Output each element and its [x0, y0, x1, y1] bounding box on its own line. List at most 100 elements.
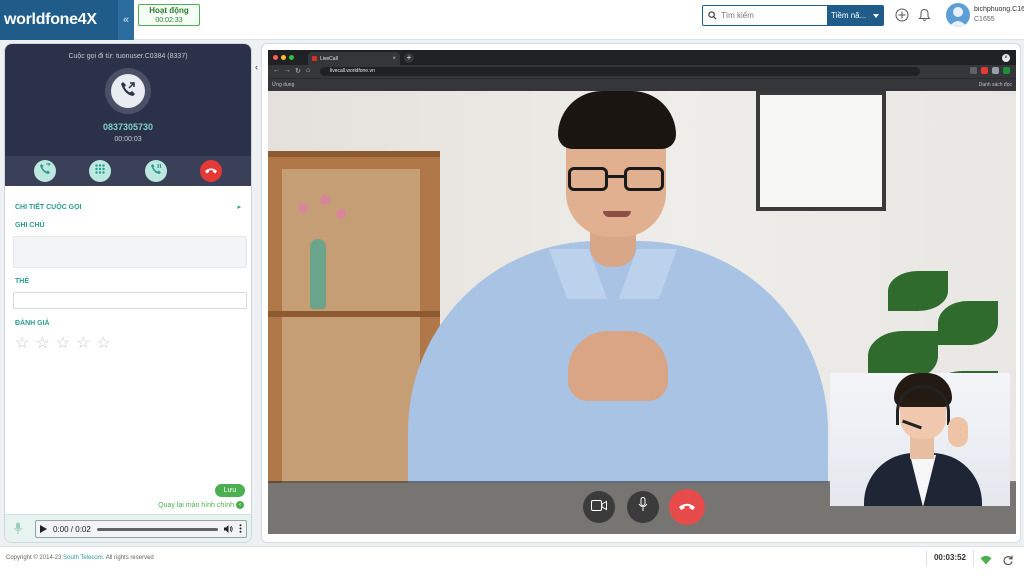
- transfer-call-button[interactable]: [33, 160, 56, 182]
- browser-tab[interactable]: LiveCall ×: [308, 52, 400, 65]
- call-from-text: Cuộc gọi đi từ: tuonuser.C0384 (8337): [68, 53, 188, 60]
- glasses-lens: [568, 167, 608, 191]
- glasses-bridge: [608, 175, 624, 178]
- tag-input[interactable]: [13, 292, 247, 309]
- chevron-left-icon[interactable]: ‹: [255, 62, 258, 72]
- address-bar[interactable]: livecall.worldfone.vn: [320, 67, 920, 76]
- agent-status[interactable]: Hoạt động 00:02:33: [138, 4, 200, 26]
- star-icon[interactable]: ☆: [35, 336, 49, 352]
- play-icon[interactable]: [40, 520, 47, 538]
- search-scope-dropdown[interactable]: Tiềm nă...: [827, 6, 883, 25]
- bookmarks-bar: Ứng dụng Danh sách đọc: [268, 78, 1016, 91]
- reload-icon[interactable]: ↻: [295, 67, 301, 75]
- hangup-button[interactable]: [200, 160, 223, 182]
- star-icon[interactable]: ☆: [56, 336, 70, 352]
- rating-stars: ☆ ☆ ☆ ☆ ☆: [15, 336, 111, 352]
- copyright-brand-link[interactable]: South Telecom: [63, 555, 103, 561]
- glasses-lens: [624, 167, 664, 191]
- microphone-icon[interactable]: [13, 522, 23, 540]
- note-textarea[interactable]: [13, 236, 247, 268]
- window-minimize-dot[interactable]: [281, 55, 286, 60]
- camera-icon: [591, 498, 607, 516]
- logo[interactable]: worldfone4X: [0, 0, 118, 40]
- window-close-dot[interactable]: [273, 55, 278, 60]
- call-details-toggle[interactable]: CHI TIẾT CUỘC GỌI ▸: [15, 203, 241, 212]
- tag-label: THẺ: [15, 278, 29, 285]
- plus-circle-icon[interactable]: [894, 7, 910, 23]
- leaf: [888, 271, 948, 311]
- star-icon[interactable]: ☆: [76, 336, 90, 352]
- back-arrow-icon[interactable]: ←: [273, 67, 280, 74]
- local-video-preview[interactable]: [830, 373, 1010, 506]
- browser-toolbar: ← → ↻ ⌂ livecall.worldfone.vn: [268, 65, 1016, 78]
- extension-icons: [970, 67, 1010, 74]
- puzzle-icon[interactable]: [992, 67, 999, 74]
- call-header: Cuộc gọi đi từ: tuonuser.C0384 (8337) 08…: [5, 44, 251, 156]
- copyright-suffix: . All rights reserved: [102, 555, 154, 561]
- forward-arrow-icon[interactable]: →: [284, 67, 291, 74]
- hangup-icon: [205, 162, 218, 180]
- agent-status-timer: 00:02:33: [155, 17, 183, 24]
- sidebar-collapse-button[interactable]: «: [118, 0, 134, 40]
- microphone-toggle-button[interactable]: [627, 491, 659, 523]
- transfer-call-icon: [39, 162, 51, 180]
- star-icon[interactable]: ☆: [15, 336, 29, 352]
- refresh-icon[interactable]: [1003, 552, 1013, 570]
- person-mouth: [603, 211, 631, 217]
- close-icon[interactable]: ×: [1002, 54, 1010, 62]
- remote-video: [268, 91, 1016, 534]
- window-maximize-dot[interactable]: [289, 55, 294, 60]
- call-timer: 00:00:03: [114, 136, 142, 143]
- flower: [298, 203, 308, 213]
- person-hair: [558, 91, 676, 149]
- outgoing-call-icon: [119, 80, 137, 103]
- search-input[interactable]: [721, 6, 827, 25]
- user-name[interactable]: bichphuong.C1655: [974, 6, 1024, 13]
- microphone-icon: [638, 497, 648, 517]
- search-icon: [703, 6, 721, 25]
- rating-label: ĐÁNH GIÁ: [15, 320, 50, 327]
- reading-list[interactable]: Danh sách đọc: [979, 82, 1012, 88]
- audio-time: 0:00 / 0:02: [53, 524, 91, 534]
- browser-window: LiveCall × + × ← → ↻ ⌂ livecall.worldfon…: [268, 50, 1016, 534]
- keypad-icon: [94, 162, 106, 180]
- extension-icon[interactable]: [981, 67, 988, 74]
- star-icon[interactable]: ☆: [96, 336, 110, 352]
- browser-tab-strip: LiveCall × + ×: [268, 50, 1016, 65]
- call-actions: [5, 156, 251, 186]
- close-icon[interactable]: ×: [392, 56, 396, 62]
- copyright: Copyright © 2014-23 South Telecom. All r…: [6, 555, 154, 561]
- volume-icon[interactable]: [224, 520, 233, 538]
- keypad-button[interactable]: [89, 160, 112, 182]
- bookmark-apps[interactable]: Ứng dụng: [272, 82, 294, 88]
- browser-tab-title: LiveCall: [320, 55, 338, 62]
- footer: Copyright © 2014-23 South Telecom. All r…: [0, 546, 1024, 576]
- wifi-icon: [980, 552, 992, 570]
- avatar[interactable]: [946, 3, 970, 27]
- extension-icon[interactable]: [970, 67, 977, 74]
- end-call-button[interactable]: [669, 489, 705, 525]
- audio-player: 0:00 / 0:02: [35, 520, 247, 538]
- copyright-prefix: Copyright © 2014-23: [6, 555, 64, 561]
- wall-frame: [756, 91, 886, 211]
- profile-icon[interactable]: [1003, 67, 1010, 74]
- audio-seek-bar[interactable]: [96, 527, 218, 531]
- more-vertical-icon[interactable]: [239, 520, 242, 538]
- camera-toggle-button[interactable]: [583, 491, 615, 523]
- call-details-label: CHI TIẾT CUỘC GỌI: [15, 203, 82, 211]
- bell-icon[interactable]: [916, 7, 932, 23]
- home-icon[interactable]: ⌂: [306, 67, 310, 74]
- flower: [320, 195, 330, 205]
- back-to-main-link[interactable]: Quay lại màn hình chính ‹: [158, 501, 244, 509]
- favicon-icon: [312, 56, 317, 61]
- chevron-right-icon: ▸: [237, 204, 241, 211]
- user-extension: C1655: [974, 16, 995, 23]
- search-bar: Tiềm nă...: [702, 5, 884, 26]
- new-tab-button[interactable]: +: [404, 53, 414, 63]
- top-bar: worldfone4X « Hoạt động 00:02:33 Tiềm nă…: [0, 0, 1024, 40]
- hold-call-button[interactable]: [144, 160, 167, 182]
- hold-call-icon: [150, 162, 162, 180]
- shelf-board: [268, 151, 440, 157]
- save-button[interactable]: Lưu: [215, 484, 245, 497]
- search-scope-label: Tiềm nă...: [831, 11, 867, 20]
